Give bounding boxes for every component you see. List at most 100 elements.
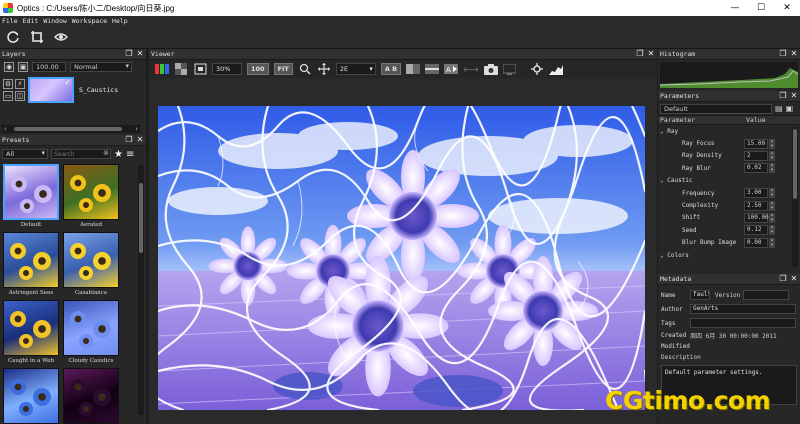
scroll-left-icon[interactable]: ‹ (4, 125, 7, 133)
ab-toggle-icon[interactable]: A (444, 63, 459, 75)
layer-effect-icon[interactable]: ⚡ (15, 79, 25, 89)
monitor-icon[interactable] (503, 63, 517, 75)
layer-monitor-icon[interactable]: ▭ (3, 91, 13, 101)
presets-scrollbar[interactable] (138, 165, 144, 415)
checker-background-icon[interactable] (174, 63, 188, 75)
histogram-toggle-icon[interactable] (548, 63, 563, 75)
preset-item[interactable]: Default (2, 164, 60, 228)
tags-field[interactable] (690, 318, 796, 328)
ab-compare-button[interactable]: A B (380, 63, 402, 75)
preset-thumbnail[interactable] (63, 368, 119, 424)
split-view-icon[interactable] (406, 63, 421, 75)
undock-icon[interactable]: ❐ (779, 275, 787, 283)
parameter-value-input[interactable]: 0.00 (744, 237, 768, 248)
close-icon[interactable]: ✕ (790, 50, 798, 58)
preset-item[interactable] (62, 368, 120, 424)
close-icon[interactable]: ✕ (790, 275, 798, 283)
close-icon[interactable]: ✕ (790, 92, 798, 100)
save-icon[interactable]: ▣ (786, 104, 794, 113)
parameter-group[interactable]: Caustic (658, 175, 800, 187)
fit-frame-icon[interactable] (193, 63, 207, 75)
minimize-button[interactable]: — (722, 0, 748, 16)
undock-icon[interactable]: ❐ (779, 50, 787, 58)
layer-eye-icon[interactable]: ◉ (4, 62, 14, 72)
parameter-value-input[interactable]: 15.00 (744, 138, 768, 149)
menu-window[interactable]: Window (43, 17, 66, 25)
close-icon[interactable]: ✕ (136, 136, 144, 144)
crosshair-icon[interactable] (530, 63, 544, 75)
magnifier-icon[interactable] (298, 63, 312, 75)
layer-settings-icon[interactable]: ⚙ (3, 79, 13, 89)
close-button[interactable]: ✕ (774, 0, 800, 16)
zoom-input[interactable]: 30% (212, 63, 242, 75)
document-icon[interactable]: ▤ (775, 104, 783, 113)
menu-file[interactable]: File (2, 17, 18, 25)
eye-icon[interactable] (52, 28, 70, 46)
link-icon[interactable]: ⟷ (463, 63, 479, 76)
preset-item[interactable]: Aerated (62, 164, 120, 228)
menu-workspace[interactable]: Workspace (72, 17, 107, 25)
favorite-star-icon[interactable]: ★ (114, 149, 123, 160)
parameters-scrollbar[interactable] (792, 127, 798, 267)
spinner-arrows-icon[interactable]: ▴ ▾ (769, 212, 775, 223)
preset-thumbnail[interactable] (3, 164, 59, 220)
parameter-value-input[interactable]: 0.02 (744, 163, 768, 174)
maximize-button[interactable]: ☐ (748, 0, 774, 16)
version-field[interactable] (743, 290, 790, 300)
spinner-arrows-icon[interactable]: ▴ ▾ (769, 163, 775, 174)
spinner-arrows-icon[interactable]: ▴ ▾ (769, 225, 775, 236)
undock-icon[interactable]: ❐ (125, 50, 133, 58)
preset-search-input[interactable] (52, 150, 102, 159)
undock-icon[interactable]: ❐ (779, 92, 787, 100)
spinner-arrows-icon[interactable]: ▴ ▾ (769, 150, 775, 161)
preset-menu-icon[interactable]: ≡ (126, 149, 134, 160)
undock-icon[interactable]: ❐ (636, 50, 644, 58)
parameter-preset-field[interactable]: Default (660, 103, 772, 114)
menu-help[interactable]: Help (112, 17, 128, 25)
preset-filter-select[interactable]: All (2, 149, 48, 159)
blend-mode-select[interactable]: Normal (70, 62, 132, 72)
layer-item[interactable]: ⚙ ⚡ ▭ ◫ S_Caustics (0, 74, 146, 106)
parameter-value-input[interactable]: 0.12 (744, 225, 768, 236)
zoom-100-button[interactable]: 100 (247, 63, 269, 75)
parameter-group[interactable]: Ray (658, 125, 800, 137)
clear-search-icon[interactable]: ⊗ (103, 149, 109, 157)
spinner-arrows-icon[interactable]: ▴ ▾ (769, 138, 775, 149)
preset-item[interactable] (2, 368, 60, 424)
preset-thumbnail[interactable] (63, 164, 119, 220)
crop-icon[interactable] (28, 28, 46, 46)
menu-edit[interactable]: Edit (23, 17, 39, 25)
preset-thumbnail[interactable] (3, 300, 59, 356)
spinner-arrows-icon[interactable]: ▴ ▾ (769, 200, 775, 211)
close-icon[interactable]: ✕ (647, 50, 655, 58)
pan-move-icon[interactable] (317, 63, 331, 75)
scroll-right-icon[interactable]: › (135, 125, 138, 133)
parameter-value-input[interactable]: 2.50 (744, 200, 768, 211)
undock-icon[interactable]: ❐ (125, 136, 133, 144)
name-field[interactable]: fault (690, 290, 710, 300)
preset-item[interactable]: Casablanca (62, 232, 120, 296)
wipe-view-icon[interactable] (425, 63, 440, 75)
camera-snapshot-icon[interactable] (483, 63, 498, 75)
view-mode-select[interactable]: 2E (335, 63, 376, 75)
parameter-group[interactable]: Colors (658, 249, 800, 261)
parameter-value-input[interactable]: 100.00 (744, 212, 769, 223)
preset-item[interactable]: Caught in a Web (2, 300, 60, 364)
spinner-arrows-icon[interactable]: ▴ ▾ (769, 188, 775, 199)
close-icon[interactable]: ✕ (136, 50, 144, 58)
parameter-value-input[interactable]: 2 (744, 150, 768, 161)
zoom-fit-button[interactable]: FIT (273, 63, 293, 75)
refresh-icon[interactable] (4, 28, 22, 46)
preset-item[interactable]: Astringent Seas (2, 232, 60, 296)
preset-thumbnail[interactable] (3, 232, 59, 288)
parameter-value-input[interactable]: 3.00 (744, 188, 768, 199)
spinner-arrows-icon[interactable]: ▴ ▾ (769, 237, 775, 248)
preset-thumbnail[interactable] (3, 368, 59, 424)
rgb-channels-icon[interactable] (155, 63, 169, 75)
preset-item[interactable]: Cloudy Caustics (62, 300, 120, 364)
viewer-canvas[interactable] (158, 106, 645, 410)
layer-opacity-input[interactable]: 100.00 (32, 62, 66, 72)
layers-scrollbar[interactable]: ‹ › (2, 125, 140, 133)
preset-thumbnail[interactable] (63, 232, 119, 288)
layer-overlay-icon[interactable]: ◫ (15, 91, 25, 101)
